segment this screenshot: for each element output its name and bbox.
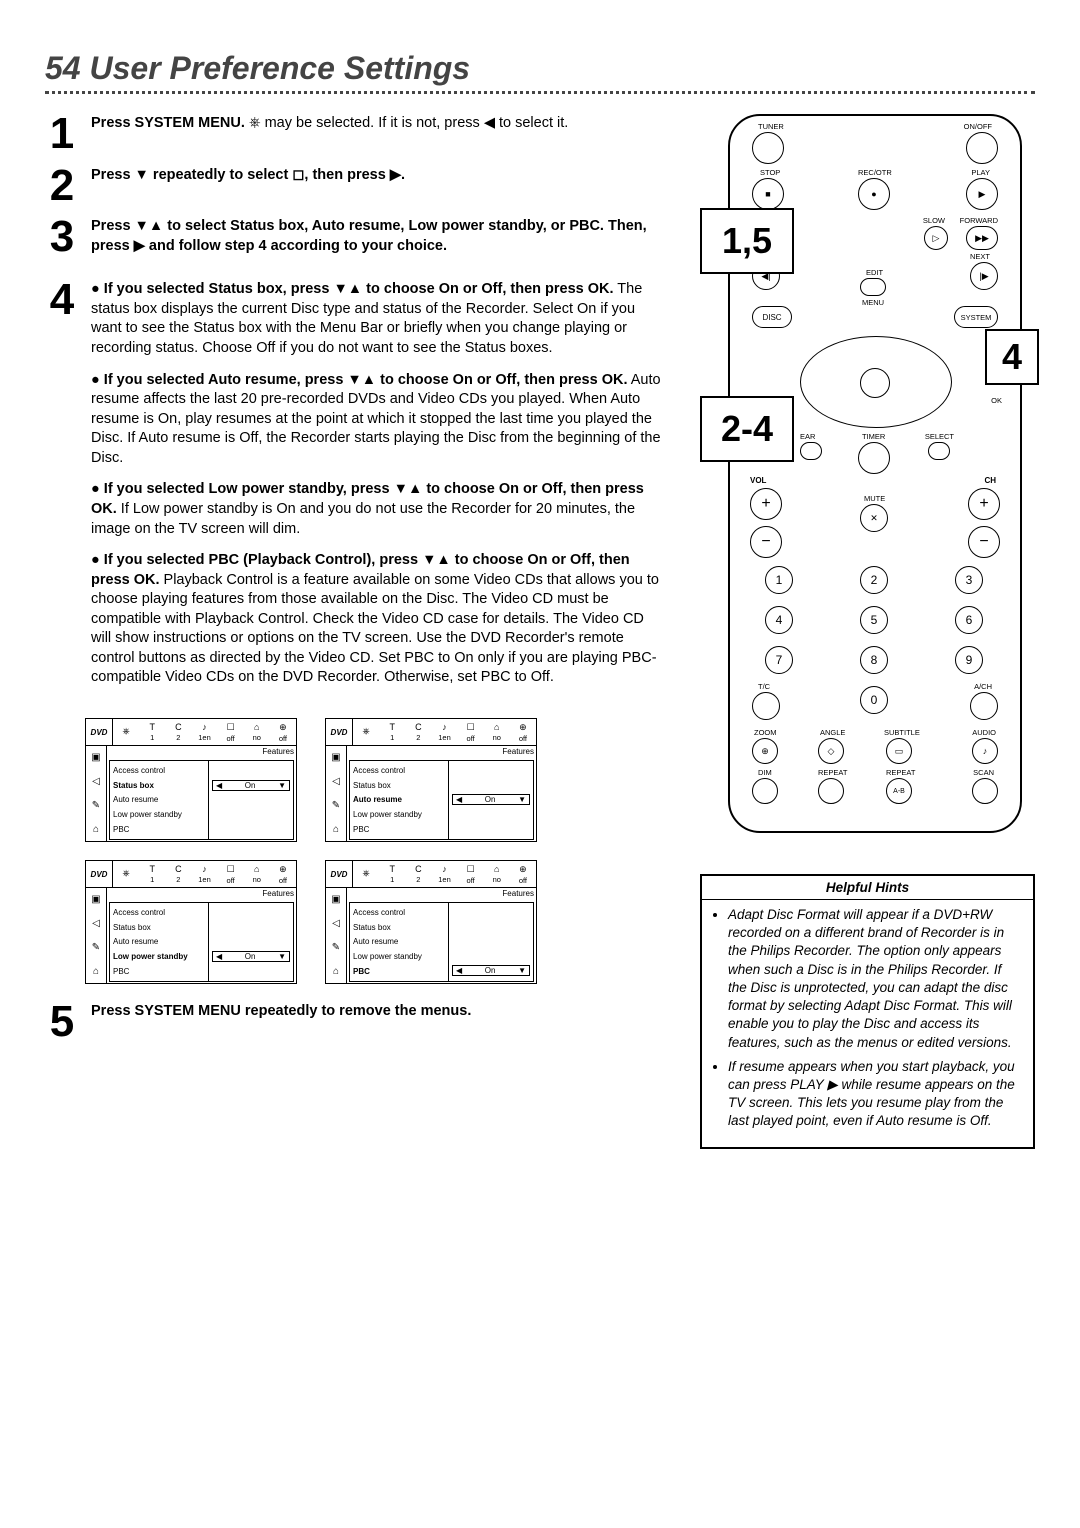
repeat-ab-button[interactable]: A-B — [886, 778, 912, 804]
label-angle: ANGLE — [820, 728, 845, 737]
label-vol: VOL — [750, 476, 766, 485]
play-button[interactable]: ▶ — [966, 178, 998, 210]
tc-button[interactable] — [752, 692, 780, 720]
numpad-0[interactable]: 0 — [860, 686, 888, 714]
step-body: ● If you selected Status box, press ▼▲ t… — [91, 280, 665, 700]
label-stop: STOP — [760, 168, 780, 177]
label-timer: TIMER — [862, 432, 885, 441]
page-title: 54 User Preference Settings — [45, 50, 1035, 87]
numpad-8[interactable]: 8 — [860, 646, 888, 674]
mute-button[interactable]: ✕ — [860, 504, 888, 532]
step-number: 5 — [45, 1002, 79, 1042]
system-button[interactable]: SYSTEM — [954, 306, 998, 328]
step-5: 5 Press SYSTEM MENU repeatedly to remove … — [45, 1002, 665, 1042]
label-repeat2: REPEAT — [886, 768, 915, 777]
label-play: PLAY — [971, 168, 990, 177]
vol-down-button[interactable]: − — [750, 526, 782, 558]
numpad-9[interactable]: 9 — [955, 646, 983, 674]
step-body: Press ▼ repeatedly to select ◻, then pre… — [91, 166, 405, 206]
label-edit: EDIT — [866, 268, 883, 277]
menu-screenshot: DVD⎈T1C2♪1en☐off⌂no⊕off▣◁✎⌂FeaturesAcces… — [85, 860, 297, 984]
step-number: 4 — [45, 280, 79, 700]
label-scan: SCAN — [973, 768, 994, 777]
subtitle-button[interactable]: ▭ — [886, 738, 912, 764]
numpad-1[interactable]: 1 — [765, 566, 793, 594]
label-tc: T/C — [758, 682, 770, 691]
ch-up-button[interactable]: + — [968, 488, 1000, 520]
label-subtitle: SUBTITLE — [884, 728, 920, 737]
tuner-button[interactable] — [752, 132, 784, 164]
scan-button[interactable] — [972, 778, 998, 804]
label-menu: MENU — [862, 298, 884, 307]
step-3: 3Press ▼▲ to select Status box, Auto res… — [45, 217, 665, 268]
zoom-button[interactable]: ⊕ — [752, 738, 778, 764]
helpful-hints: Helpful Hints Adapt Disc Format will app… — [700, 874, 1035, 1149]
vol-up-button[interactable]: + — [750, 488, 782, 520]
rec-button[interactable]: ● — [858, 178, 890, 210]
step-number: 3 — [45, 217, 79, 268]
divider-dotted — [45, 91, 1035, 94]
helpful-hints-title: Helpful Hints — [702, 876, 1033, 900]
label-next: NEXT — [970, 252, 990, 261]
label-repeat: REPEAT — [818, 768, 847, 777]
numpad-4[interactable]: 4 — [765, 606, 793, 634]
select-button[interactable] — [928, 442, 950, 460]
menu-screenshot: DVD⎈T1C2♪1en☐off⌂no⊕off▣◁✎⌂FeaturesAcces… — [325, 860, 537, 984]
callout-4: 4 — [985, 329, 1039, 385]
edit-button[interactable] — [860, 278, 886, 296]
slow-button[interactable]: ▷ — [924, 226, 948, 250]
label-zoom: ZOOM — [754, 728, 777, 737]
label-tuner: TUNER — [758, 122, 784, 131]
label-ach: A/CH — [974, 682, 992, 691]
repeat-button[interactable] — [818, 778, 844, 804]
callout-2-4: 2-4 — [700, 396, 794, 462]
label-mute: MUTE — [864, 494, 885, 503]
step-body: Press ▼▲ to select Status box, Auto resu… — [91, 217, 665, 268]
next-button[interactable]: |▶ — [970, 262, 998, 290]
timer-button[interactable] — [858, 442, 890, 474]
label-forward: FORWARD — [960, 216, 998, 225]
step-4: 4● If you selected Status box, press ▼▲ … — [45, 280, 665, 700]
stop-button[interactable]: ■ — [752, 178, 784, 210]
menu-screenshot: DVD⎈T1C2♪1en☐off⌂no⊕off▣◁✎⌂FeaturesAcces… — [325, 718, 537, 842]
onoff-button[interactable] — [966, 132, 998, 164]
forward-button[interactable]: ▶▶ — [966, 226, 998, 250]
label-recotr: REC/OTR — [858, 168, 892, 177]
remote-diagram: TUNER ON/OFF STOP REC/OTR PLAY ■ ● ▶ SLO… — [700, 114, 1035, 854]
audio-button[interactable]: ♪ — [972, 738, 998, 764]
disc-button[interactable]: DISC — [752, 306, 792, 328]
dim-button[interactable] — [752, 778, 778, 804]
step-body: Press SYSTEM MENU repeatedly to remove t… — [91, 1002, 471, 1042]
ach-button[interactable] — [970, 692, 998, 720]
label-onoff: ON/OFF — [964, 122, 992, 131]
menu-screenshot: DVD⎈T1C2♪1en☐off⌂no⊕off▣◁✎⌂FeaturesAcces… — [85, 718, 297, 842]
page-title-text: User Preference Settings — [89, 50, 470, 86]
hint-item: If resume appears when you start playbac… — [728, 1058, 1023, 1131]
label-slow: SLOW — [923, 216, 945, 225]
numpad-7[interactable]: 7 — [765, 646, 793, 674]
numpad-2[interactable]: 2 — [860, 566, 888, 594]
numpad-6[interactable]: 6 — [955, 606, 983, 634]
ch-down-button[interactable]: − — [968, 526, 1000, 558]
step-1: 1 Press SYSTEM MENU. ⎈ may be selected. I… — [45, 114, 665, 154]
label-audio: AUDIO — [972, 728, 996, 737]
step-number: 2 — [45, 166, 79, 206]
page-number: 54 — [45, 50, 81, 86]
label-ch: CH — [984, 476, 996, 485]
label-ok: OK — [991, 396, 1002, 405]
menu-screenshots: DVD⎈T1C2♪1en☐off⌂no⊕off▣◁✎⌂FeaturesAcces… — [85, 718, 665, 984]
step-body: Press SYSTEM MENU. ⎈ may be selected. If… — [91, 114, 568, 154]
ear-button[interactable] — [800, 442, 822, 460]
label-ear: EAR — [800, 432, 815, 441]
label-dim: DIM — [758, 768, 772, 777]
label-select: SELECT — [925, 432, 954, 441]
hint-item: Adapt Disc Format will appear if a DVD+R… — [728, 906, 1023, 1052]
step-number: 1 — [45, 114, 79, 154]
step-2: 2 Press ▼ repeatedly to select ◻, then pr… — [45, 166, 665, 206]
numpad-3[interactable]: 3 — [955, 566, 983, 594]
numpad-5[interactable]: 5 — [860, 606, 888, 634]
angle-button[interactable]: ◇ — [818, 738, 844, 764]
callout-1-5: 1,5 — [700, 208, 794, 274]
ok-button[interactable] — [860, 368, 890, 398]
